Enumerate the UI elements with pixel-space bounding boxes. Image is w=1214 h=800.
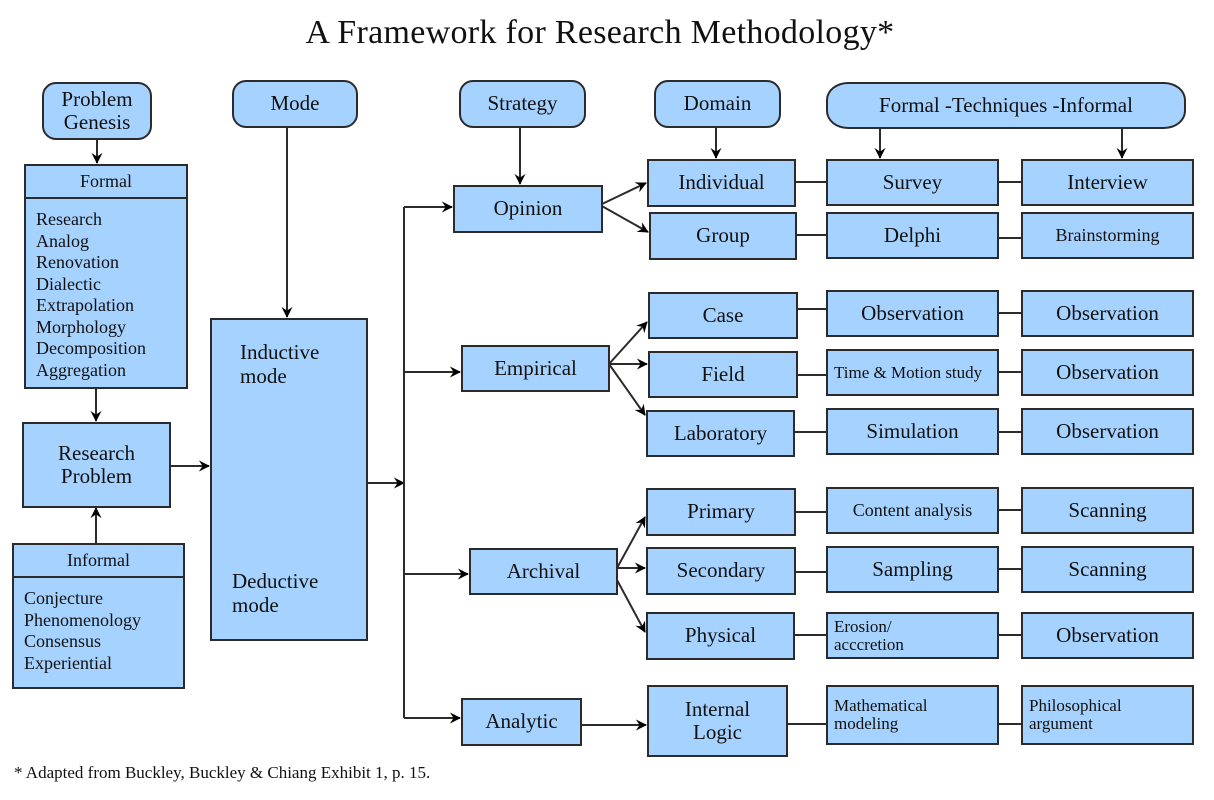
formal-genesis-item: Dialectic xyxy=(36,273,101,294)
formal-genesis-item: Renovation xyxy=(36,252,119,272)
header-strategy: Strategy xyxy=(459,80,586,128)
formal-genesis-item: Analog xyxy=(36,230,89,251)
informal-genesis-item: Consensus xyxy=(24,631,102,651)
domain-physical: Physical xyxy=(646,612,795,660)
informal-genesis-item: Experiential xyxy=(24,652,112,673)
formal-genesis-item: Extrapolation xyxy=(36,295,134,315)
strategy-archival: Archival xyxy=(469,548,618,595)
informal-genesis-item: Phenomenology xyxy=(24,609,141,630)
formal-genesis-list: Formal Research Analog Renovation Dialec… xyxy=(24,164,188,389)
informal-technique-primary: Scanning xyxy=(1021,487,1194,534)
formal-technique-laboratory: Simulation xyxy=(826,408,999,455)
arrow-archival-physical xyxy=(616,579,646,633)
informal-technique-field: Observation xyxy=(1021,349,1194,396)
formal-technique-survey: Survey xyxy=(826,159,999,206)
domain-individual: Individual xyxy=(647,159,796,207)
formal-technique-secondary: Sampling xyxy=(826,546,999,593)
research-problem-box: Research Problem xyxy=(22,422,171,508)
informal-technique-internal-logic: Philosophical argument xyxy=(1021,685,1194,745)
formal-technique-field: Time & Motion study xyxy=(826,349,999,396)
arrow-archival-primary xyxy=(616,516,646,569)
strategy-opinion: Opinion xyxy=(453,185,603,233)
formal-genesis-item: Aggregation xyxy=(36,359,126,380)
informal-genesis-item: Conjecture xyxy=(24,588,103,608)
informal-genesis-header: Informal xyxy=(14,545,183,578)
informal-technique-case: Observation xyxy=(1021,290,1194,337)
domain-laboratory: Laboratory xyxy=(646,410,795,457)
formal-genesis-header: Formal xyxy=(26,166,186,199)
formal-technique-delphi: Delphi xyxy=(826,212,999,259)
header-techniques: Formal -Techniques -Informal xyxy=(826,82,1186,129)
formal-genesis-item: Research xyxy=(36,209,102,229)
strategy-analytic: Analytic xyxy=(461,698,582,746)
arrow-opinion-group xyxy=(599,204,649,233)
inductive-mode-label: Inductive mode xyxy=(240,340,320,388)
header-problem-genesis: Problem Genesis xyxy=(42,82,152,140)
deductive-mode-label: Deductive mode xyxy=(232,569,319,617)
formal-genesis-item: Decomposition xyxy=(36,338,146,358)
header-mode: Mode xyxy=(232,80,358,128)
domain-secondary: Secondary xyxy=(646,547,796,595)
domain-group: Group xyxy=(649,212,797,260)
informal-technique-group: Brainstorming xyxy=(1021,212,1194,259)
formal-technique-primary: Content analysis xyxy=(826,487,999,534)
domain-internal-logic: Internal Logic xyxy=(647,685,788,757)
arrow-empirical-case xyxy=(608,321,648,365)
domain-case: Case xyxy=(648,292,798,339)
formal-genesis-item: Morphology xyxy=(36,316,126,337)
informal-technique-secondary: Scanning xyxy=(1021,546,1194,593)
informal-technique-physical: Observation xyxy=(1021,612,1194,659)
domain-primary: Primary xyxy=(646,488,796,536)
informal-genesis-list: Informal Conjecture Phenomenology Consen… xyxy=(12,543,185,689)
arrow-opinion-individual xyxy=(599,182,647,206)
informal-technique-laboratory: Observation xyxy=(1021,408,1194,455)
formal-technique-case: Observation xyxy=(826,290,999,337)
footnote: * Adapted from Buckley, Buckley & Chiang… xyxy=(14,763,431,782)
domain-field: Field xyxy=(648,351,798,398)
arrow-empirical-laboratory xyxy=(608,363,646,416)
informal-technique-individual: Interview xyxy=(1021,159,1194,206)
formal-technique-physical: Erosion/ acccretion xyxy=(826,612,999,659)
formal-technique-internal-logic: Mathematical modeling xyxy=(826,685,999,745)
strategy-empirical: Empirical xyxy=(461,345,610,392)
header-domain: Domain xyxy=(654,80,781,128)
